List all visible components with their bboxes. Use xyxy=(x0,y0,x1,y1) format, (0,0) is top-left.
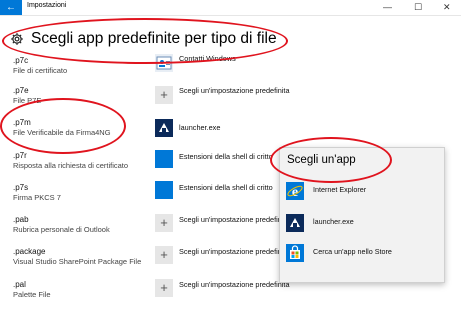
close-button[interactable]: ✕ xyxy=(443,1,451,13)
default-app-button[interactable]: Scegli un'impostazione predefinita xyxy=(179,86,290,96)
default-app-button[interactable]: Contatti Windows xyxy=(179,54,236,64)
file-type-description: File Verificabile da Firma4NG xyxy=(13,128,111,137)
store-icon xyxy=(286,244,304,262)
file-type-description: File P7E xyxy=(13,96,42,105)
file-extension: .package xyxy=(13,247,46,256)
popup-item-store[interactable]: Cerca un'app nello Store xyxy=(286,244,436,264)
default-app-button[interactable]: Scegli un'impostazione predefinita xyxy=(179,215,290,225)
file-type-row: .pal Palette File xyxy=(13,280,51,300)
contacts-icon[interactable] xyxy=(155,54,173,72)
title-bar: ← Impostazioni — ☐ ✕ xyxy=(0,0,461,16)
file-type-row: .p7s Firma PKCS 7 xyxy=(13,183,61,203)
plus-icon[interactable]: + xyxy=(155,279,173,297)
default-app-button[interactable]: Estensioni della shell di critto xyxy=(179,183,273,193)
internet-explorer-icon: e xyxy=(286,182,304,200)
file-type-description: Rubrica personale di Outlook xyxy=(13,225,110,234)
default-app-button[interactable]: Scegli un'impostazione predefinita xyxy=(179,280,290,290)
window-title: Impostazioni xyxy=(27,2,67,9)
file-type-row: .pab Rubrica personale di Outlook xyxy=(13,215,110,235)
popup-title: Scegli un'app xyxy=(287,154,356,166)
page-header: Scegli app predefinite per tipo di file xyxy=(10,28,277,50)
file-extension: .p7c xyxy=(13,56,29,65)
file-type-row: .p7c File di certificato xyxy=(13,56,67,76)
file-extension: .pal xyxy=(13,280,26,289)
launcher-icon xyxy=(286,214,304,232)
popup-item-label: launcher.exe xyxy=(313,217,354,226)
file-type-row: .p7r Risposta alla richiesta di certific… xyxy=(13,151,128,171)
file-type-description: File di certificato xyxy=(13,66,68,75)
minimize-button[interactable]: — xyxy=(383,1,392,13)
page-title: Scegli app predefinite per tipo di file xyxy=(31,30,277,47)
gear-icon xyxy=(11,33,23,45)
default-app-button[interactable]: Estensioni della shell di critto xyxy=(179,152,273,162)
file-type-row: .package Visual Studio SharePoint Packag… xyxy=(13,247,141,267)
popup-item-internet-explorer[interactable]: e Internet Explorer xyxy=(286,182,436,202)
file-type-description: Firma PKCS 7 xyxy=(13,193,61,202)
file-type-description: Palette File xyxy=(13,290,51,299)
choose-app-popup: Scegli un'app e Internet Explorer launch… xyxy=(279,147,445,283)
default-app-button[interactable]: Scegli un'impostazione predefinita xyxy=(179,247,290,257)
shell-extension-icon[interactable] xyxy=(155,181,173,199)
file-extension: .p7r xyxy=(13,151,27,160)
plus-icon[interactable]: + xyxy=(155,86,173,104)
popup-item-launcher[interactable]: launcher.exe xyxy=(286,214,436,234)
popup-item-label: Cerca un'app nello Store xyxy=(313,247,392,256)
back-button[interactable]: ← xyxy=(0,0,22,15)
shell-extension-icon[interactable] xyxy=(155,150,173,168)
file-type-row: .p7e File P7E xyxy=(13,86,41,106)
default-app-button[interactable]: launcher.exe xyxy=(179,123,220,133)
file-extension: .p7e xyxy=(13,86,29,95)
file-extension: .pab xyxy=(13,215,29,224)
file-type-description: Visual Studio SharePoint Package File xyxy=(13,257,142,266)
plus-icon[interactable]: + xyxy=(155,214,173,232)
plus-icon[interactable]: + xyxy=(155,246,173,264)
launcher-icon[interactable] xyxy=(155,119,173,137)
maximize-button[interactable]: ☐ xyxy=(414,1,422,13)
popup-item-label: Internet Explorer xyxy=(313,185,367,194)
file-type-description: Risposta alla richiesta di certificato xyxy=(13,161,129,170)
file-type-row: .p7m File Verificabile da Firma4NG xyxy=(13,118,111,138)
file-extension: .p7m xyxy=(13,118,31,127)
file-extension: .p7s xyxy=(13,183,29,192)
